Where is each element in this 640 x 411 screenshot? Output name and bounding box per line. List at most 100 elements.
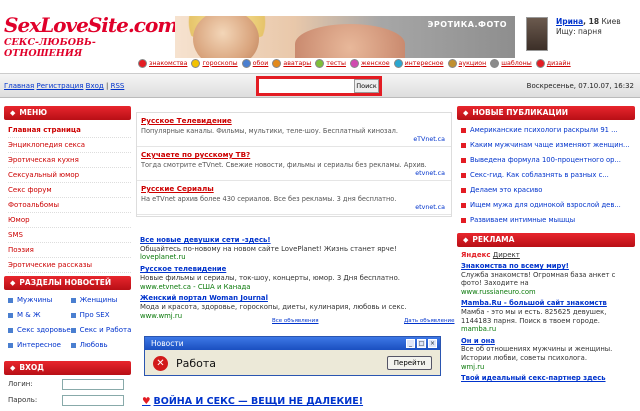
menu-item[interactable]: Поэзия	[8, 243, 131, 258]
section-link[interactable]: Интересное	[17, 341, 61, 349]
category-item[interactable]: гороскопы	[191, 58, 238, 68]
publication-item[interactable]: Секс-гид. Как соблазнять в разных с...	[457, 168, 635, 183]
yandex-direct[interactable]: Яндекс Директ	[457, 247, 635, 259]
category-item[interactable]: аукцион	[447, 58, 487, 68]
sponsored-ad-title[interactable]: Твой идеальный секс-партнер здесь	[461, 374, 631, 383]
login-input[interactable]	[62, 378, 124, 390]
category-link[interactable]: аватары	[283, 60, 311, 67]
headline[interactable]: ♥ ВОЙНА И СЕКС — ВЕЩИ НЕ ДАЛЕКИЕ!	[142, 396, 363, 407]
category-item[interactable]: обои	[241, 58, 269, 68]
menu-link[interactable]: Секс форум	[8, 186, 52, 194]
menu-link[interactable]: Эротическая кухня	[8, 156, 79, 164]
direct-ad-title[interactable]: Русское телевидение	[140, 265, 450, 274]
category-link[interactable]: гороскопы	[202, 60, 237, 67]
minimize-icon[interactable]: _	[406, 339, 415, 348]
register-link[interactable]: Регистрация	[36, 82, 83, 90]
category-item[interactable]: шаблоны	[490, 58, 532, 68]
section-link[interactable]: Мужчины	[17, 296, 52, 304]
home-link[interactable]: Главная	[4, 82, 34, 90]
maximize-icon[interactable]: □	[417, 339, 426, 348]
menu-item[interactable]: Секс форум	[8, 183, 131, 198]
section-link[interactable]: Любовь	[80, 341, 108, 349]
search-input[interactable]	[259, 79, 354, 93]
publication-link[interactable]: Делаем это красиво	[470, 186, 542, 194]
menu-item[interactable]: Энциклопедия секса	[8, 138, 131, 153]
section-item[interactable]: Секс здоровье	[8, 323, 71, 338]
section-item[interactable]: Любовь	[70, 338, 132, 353]
publication-item[interactable]: Развиваем интимные мышцы	[457, 213, 635, 228]
user-avatar[interactable]	[526, 17, 548, 51]
section-link[interactable]: Женщины	[80, 296, 118, 304]
tv-ad-source[interactable]: etvnet.ca	[415, 204, 445, 211]
sponsored-ad-url[interactable]: wmj.ru	[461, 363, 631, 372]
direct-ad-url[interactable]: loveplanet.ru	[140, 253, 450, 262]
section-item[interactable]: Женщины	[70, 293, 132, 308]
tv-ad-title[interactable]: Скучаете по русскому ТВ?	[141, 150, 447, 159]
publication-link[interactable]: Ищем мужа для одинокой взрослой дев...	[470, 201, 621, 209]
site-logo[interactable]: SexLoveSite.com СЕКС-ЛЮБОВЬ-ОТНОШЕНИЯ	[4, 14, 179, 59]
sponsored-ad-title[interactable]: Mamba.Ru - большой сайт знакомств	[461, 299, 631, 308]
category-link[interactable]: женское	[361, 60, 390, 67]
category-item[interactable]: дизайн	[535, 58, 571, 68]
menu-item[interactable]: Эротическая кухня	[8, 153, 131, 168]
category-item[interactable]: интересное	[393, 58, 444, 68]
login-link[interactable]: Вход	[86, 82, 104, 90]
sponsored-ad-url[interactable]: mamba.ru	[461, 325, 631, 334]
publication-link[interactable]: Секс-гид. Как соблазнять в разных с...	[470, 171, 609, 179]
category-link[interactable]: аукцион	[459, 60, 487, 67]
menu-item[interactable]: Юмор	[8, 213, 131, 228]
menu-link[interactable]: Энциклопедия секса	[8, 141, 85, 149]
section-link[interactable]: Секс здоровье	[17, 326, 71, 334]
category-link[interactable]: интересное	[405, 60, 444, 67]
rss-link[interactable]: RSS	[111, 82, 125, 90]
publication-link[interactable]: Каким мужчинам чаще изменяют женщин...	[470, 141, 630, 149]
publication-item[interactable]: Американские психологи раскрыли 91 ...	[457, 123, 635, 138]
section-item[interactable]: М & Ж	[8, 308, 71, 323]
publication-item[interactable]: Делаем это красиво	[457, 183, 635, 198]
menu-link[interactable]: Сексуальный юмор	[8, 171, 79, 179]
menu-item[interactable]: Фотоальбомы	[8, 198, 131, 213]
tv-ad-title[interactable]: Русские Сериалы	[141, 184, 447, 193]
section-item[interactable]: Про SEX	[70, 308, 132, 323]
publication-item[interactable]: Каким мужчинам чаще изменяют женщин...	[457, 138, 635, 153]
category-link[interactable]: тесты	[326, 60, 346, 67]
menu-link[interactable]: Главная страница	[8, 126, 81, 134]
section-link[interactable]: Секс и Работа	[80, 326, 132, 334]
category-link[interactable]: дизайн	[547, 60, 571, 67]
section-item[interactable]: Интересное	[8, 338, 71, 353]
direct-ad-title[interactable]: Женский портал Woman Journal	[140, 294, 450, 303]
category-item[interactable]: знакомства	[138, 58, 187, 68]
all-ads-link[interactable]: Все объявления	[272, 318, 319, 324]
category-item[interactable]: тесты	[315, 58, 346, 68]
sponsored-ad-url[interactable]: www.russianeuro.com	[461, 288, 631, 297]
publication-item[interactable]: Выведена формула 100-процентного ор...	[457, 153, 635, 168]
place-ad-link[interactable]: Дать объявление	[404, 318, 455, 324]
tv-ad-title[interactable]: Русское Телевидение	[141, 116, 447, 125]
menu-item[interactable]: SMS	[8, 228, 131, 243]
publication-link[interactable]: Развиваем интимные мышцы	[470, 216, 575, 224]
category-item[interactable]: женское	[349, 58, 390, 68]
user-name[interactable]: Ирина	[556, 17, 583, 26]
sponsored-ad-title[interactable]: Знакомства по всему миру!	[461, 262, 631, 271]
category-link[interactable]: знакомства	[149, 60, 187, 67]
tv-ad-source[interactable]: eTVnet.ca	[413, 136, 445, 143]
section-link[interactable]: Про SEX	[80, 311, 110, 319]
publication-link[interactable]: Американские психологи раскрыли 91 ...	[470, 126, 618, 134]
menu-item[interactable]: Сексуальный юмор	[8, 168, 131, 183]
menu-item[interactable]: Главная страница	[8, 123, 131, 138]
section-item[interactable]: Мужчины	[8, 293, 71, 308]
direct-ad-url[interactable]: www.etvnet.ca - США и Канада	[140, 283, 450, 292]
menu-link[interactable]: Поэзия	[8, 246, 34, 254]
menu-item[interactable]: Эротические рассказы	[8, 258, 131, 273]
category-link[interactable]: обои	[253, 60, 269, 67]
menu-link[interactable]: Фотоальбомы	[8, 201, 59, 209]
go-button[interactable]: Перейти	[387, 356, 432, 370]
publication-link[interactable]: Выведена формула 100-процентного ор...	[470, 156, 621, 164]
close-icon[interactable]: ×	[428, 339, 437, 348]
tv-ad-source[interactable]: etvnet.ca	[415, 170, 445, 177]
search-button[interactable]: Поиск	[354, 79, 379, 93]
menu-link[interactable]: Эротические рассказы	[8, 261, 92, 269]
password-input[interactable]	[62, 394, 124, 406]
category-item[interactable]: аватары	[272, 58, 311, 68]
sponsored-ad-title[interactable]: Он и она	[461, 337, 631, 346]
